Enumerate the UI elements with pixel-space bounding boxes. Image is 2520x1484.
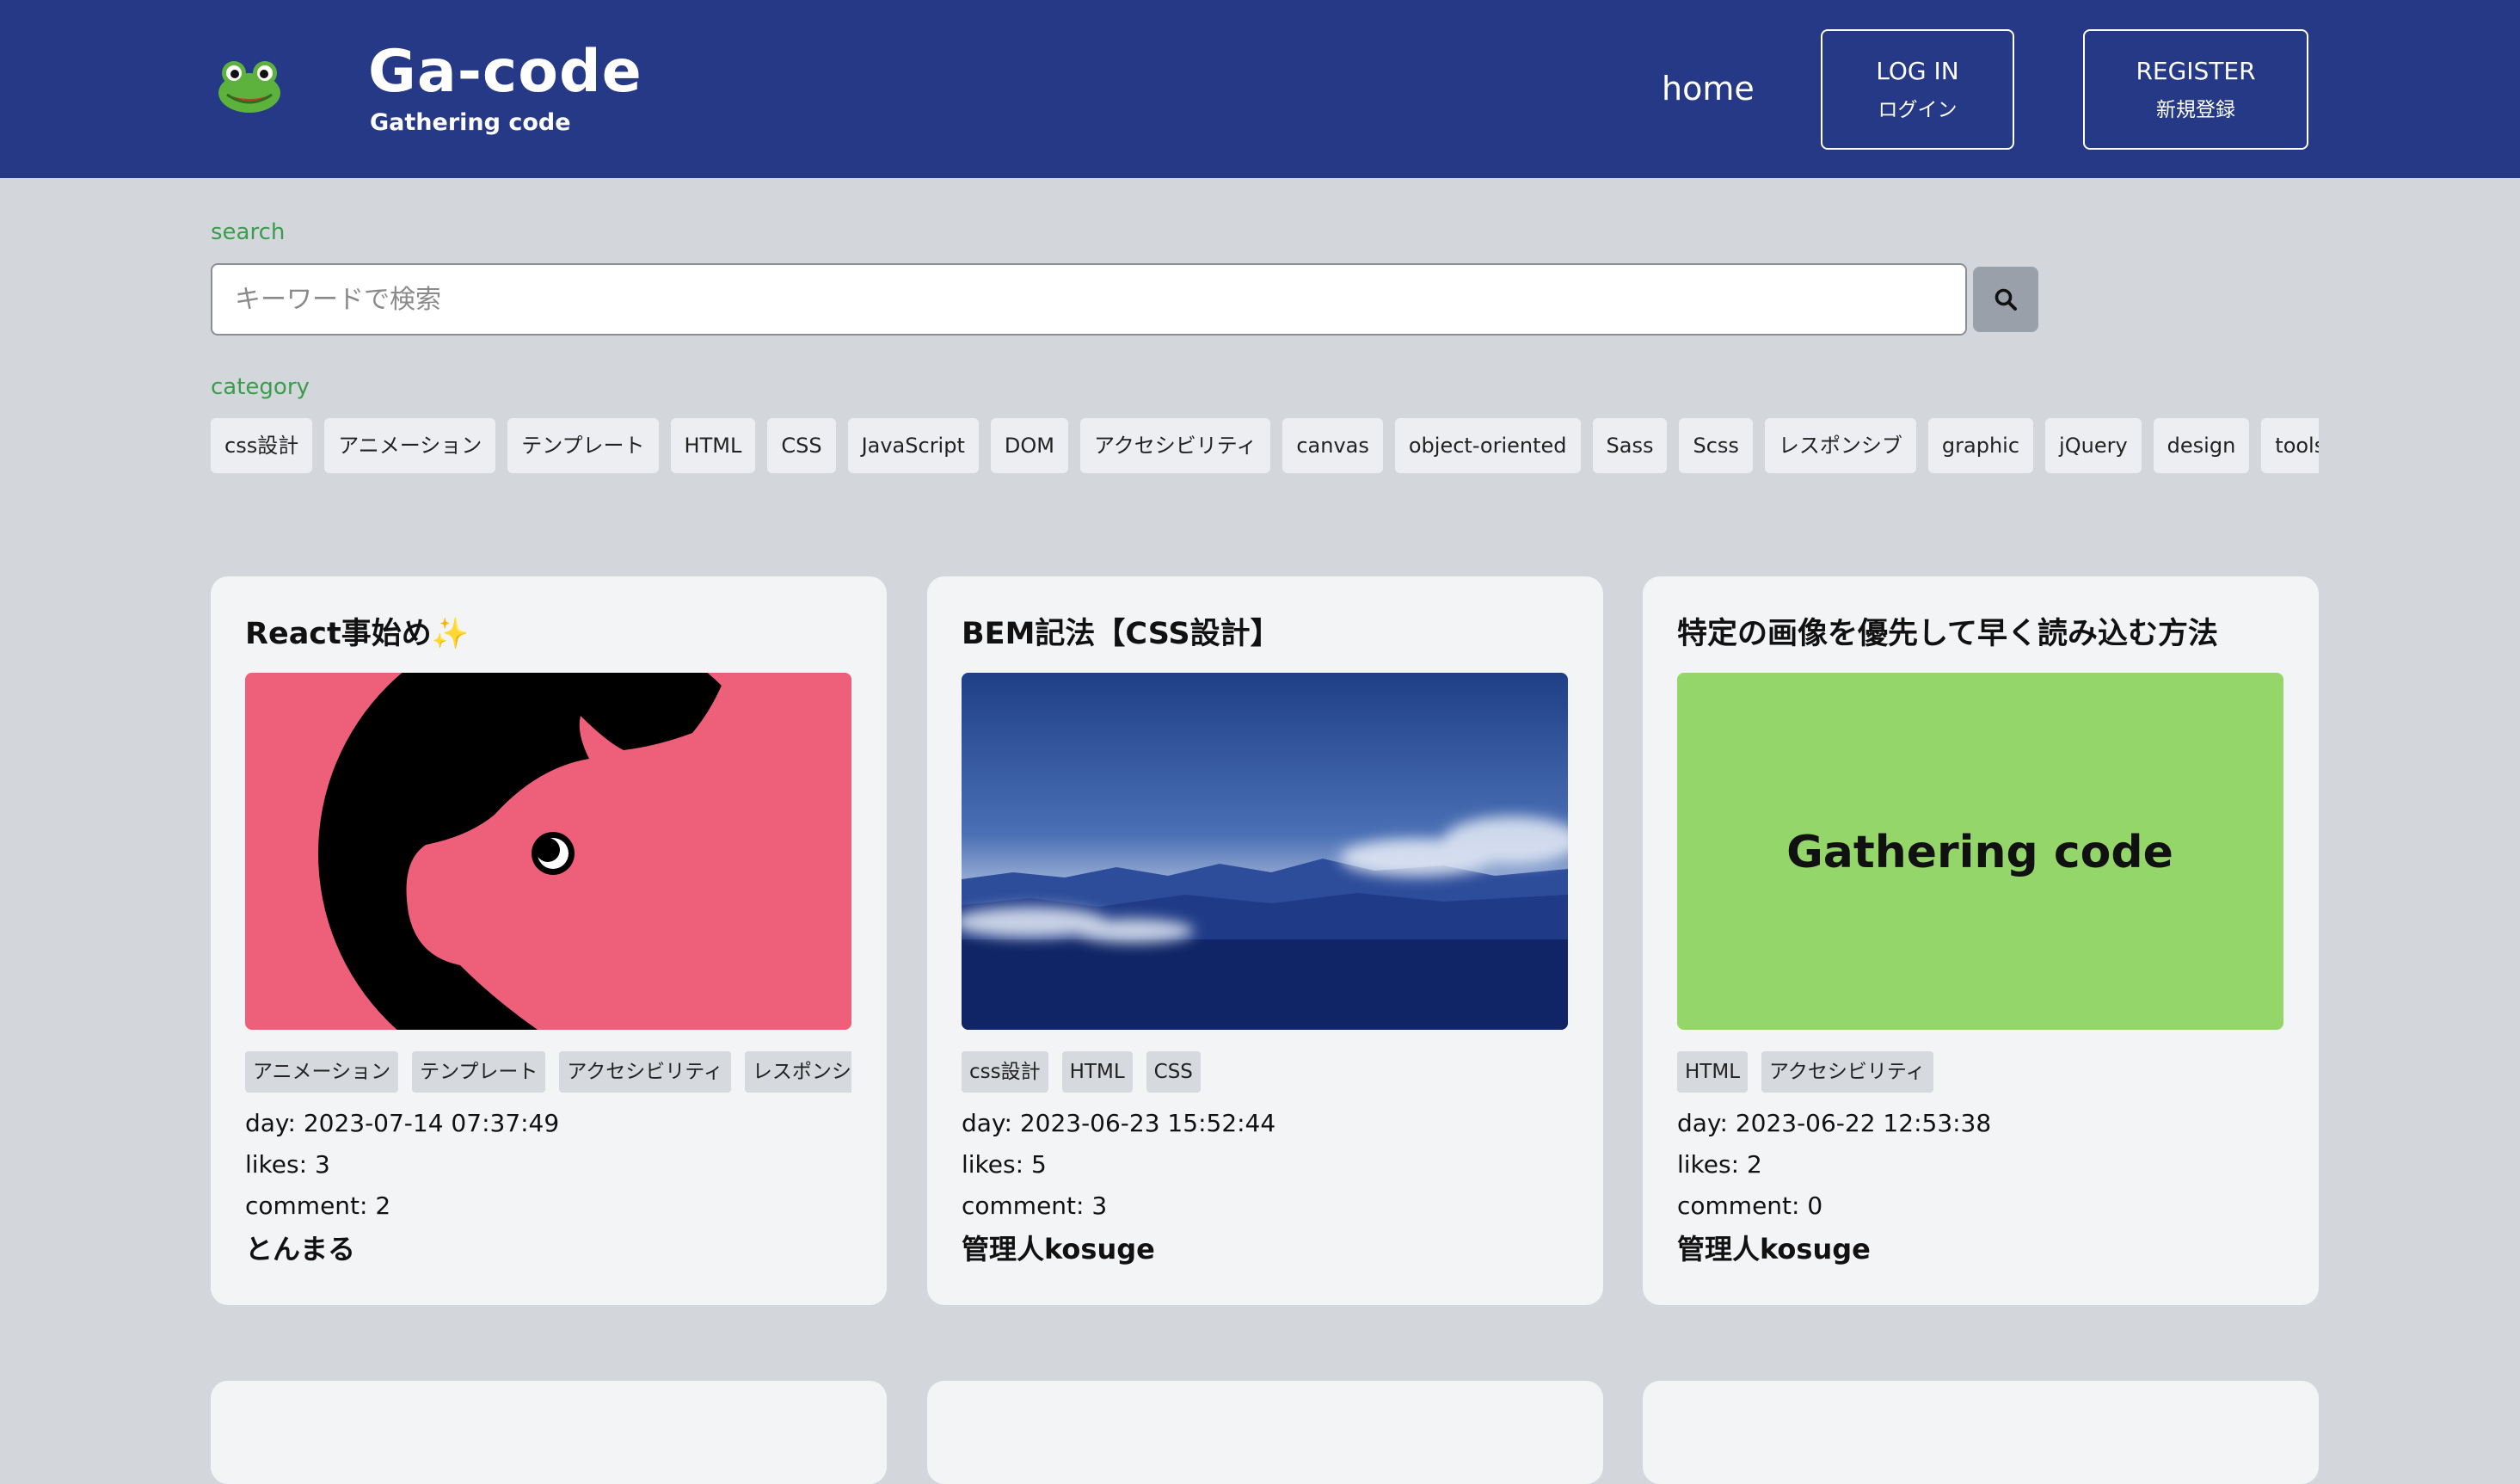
post-tag[interactable]: HTML [1061, 1051, 1133, 1093]
post-author[interactable]: 管理人kosuge [962, 1230, 1155, 1268]
post-tag[interactable]: アニメーション [245, 1051, 399, 1093]
category-chip[interactable]: レスポンシブ [1764, 418, 1916, 473]
category-chip[interactable]: graphic [1927, 418, 2034, 473]
login-sublabel: ログイン [1878, 99, 1958, 121]
post-tag[interactable]: アクセシビリティ [559, 1051, 731, 1093]
category-chip[interactable]: Scss [1679, 418, 1753, 473]
post-day-value: 2023-07-14 07:37:49 [303, 1109, 560, 1137]
post-author[interactable]: 管理人kosuge [1677, 1230, 1871, 1268]
post-comment-label: comment: [245, 1192, 376, 1220]
category-chip[interactable]: アニメーション [324, 418, 496, 473]
category-chip[interactable]: テンプレート [507, 418, 659, 473]
search-icon [1994, 288, 2017, 311]
post-card[interactable] [211, 1381, 887, 1484]
category-chip[interactable]: jQuery [2045, 418, 2142, 473]
search-label: search [211, 219, 286, 245]
post-likes-value: 3 [314, 1150, 330, 1179]
post-likes-value: 5 [1030, 1150, 1047, 1179]
post-comments: comment: 2 [245, 1191, 390, 1222]
category-chip[interactable]: アクセシビリティ [1079, 418, 1271, 473]
post-comment-label: comment: [962, 1192, 1092, 1220]
post-tags: css設計 HTML CSS [962, 1051, 1568, 1093]
category-chip[interactable]: object-oriented [1394, 418, 1581, 473]
post-author[interactable]: とんまる [245, 1230, 355, 1268]
post-day-value: 2023-06-23 15:52:44 [1019, 1109, 1276, 1137]
post-comments: comment: 0 [1677, 1191, 1822, 1222]
post-tag[interactable]: テンプレート [412, 1051, 546, 1093]
pig-illustration-icon [245, 673, 851, 1030]
brand-title[interactable]: Ga-code [368, 38, 642, 107]
post-tag[interactable]: css設計 [962, 1051, 1048, 1093]
post-day: day: 2023-06-22 12:53:38 [1677, 1108, 1991, 1139]
post-likes: likes: 2 [1677, 1149, 1762, 1180]
category-chip[interactable]: design [2153, 418, 2250, 473]
post-card[interactable]: 特定の画像を優先して早く読み込む方法 Gathering code HTML アク… [1643, 576, 2319, 1305]
frog-icon[interactable] [217, 58, 282, 114]
site-header: Ga-code Gathering code home LOG IN ログイン … [0, 0, 2520, 178]
nav-home-link[interactable]: home [1662, 67, 1755, 110]
post-card[interactable] [1643, 1381, 2319, 1484]
post-day: day: 2023-06-23 15:52:44 [962, 1108, 1275, 1139]
mountain-landscape-icon [962, 673, 1568, 1030]
banner-text: Gathering code [1786, 827, 2173, 878]
post-tags: HTML アクセシビリティ [1677, 1051, 2283, 1093]
post-comment-label: comment: [1677, 1192, 1808, 1220]
post-title[interactable]: 特定の画像を優先して早く読み込む方法 [1677, 613, 2296, 656]
post-card[interactable]: React事始め✨ アニメーションテンプレートアクセシビリティレスポンシブ da… [211, 576, 887, 1305]
post-tag[interactable]: レスポンシブ [744, 1051, 851, 1093]
login-button[interactable]: LOG IN ログイン [1821, 29, 2014, 150]
category-chip[interactable]: Sass [1592, 418, 1668, 473]
post-likes: likes: 3 [245, 1149, 330, 1180]
category-chip[interactable]: css設計 [211, 418, 313, 473]
post-day-label: day: [245, 1109, 304, 1137]
post-comment-value: 0 [1807, 1192, 1823, 1220]
category-chip[interactable]: canvas [1282, 418, 1383, 473]
category-chip[interactable]: DOM [990, 418, 1068, 473]
post-tag[interactable]: HTML [1677, 1051, 1749, 1093]
post-comment-value: 3 [1091, 1192, 1108, 1220]
category-chip[interactable]: CSS [767, 418, 836, 473]
post-comment-value: 2 [375, 1192, 391, 1220]
post-comments: comment: 3 [962, 1191, 1107, 1222]
category-label: category [211, 374, 310, 400]
post-card[interactable] [927, 1381, 1603, 1484]
post-day-value: 2023-06-22 12:53:38 [1735, 1109, 1992, 1137]
register-button[interactable]: REGISTER 新規登録 [2083, 29, 2308, 150]
register-label: REGISTER [2136, 57, 2256, 85]
category-chip[interactable]: tools [2261, 418, 2319, 473]
post-day-label: day: [962, 1109, 1020, 1137]
login-label: LOG IN [1876, 57, 1959, 85]
post-likes-label: likes: [1677, 1150, 1747, 1179]
category-list: css設計 アニメーション テンプレート HTML CSS JavaScript DOM アク… [211, 418, 2319, 473]
register-sublabel: 新規登録 [2156, 99, 2235, 121]
post-card[interactable]: BEM記法【CSS設計】 css設計 HTML CSS day: 2023-06… [927, 576, 1603, 1305]
search-input[interactable] [211, 263, 1967, 336]
post-day-label: day: [1677, 1109, 1736, 1137]
post-likes-value: 2 [1746, 1150, 1762, 1179]
post-tag[interactable]: アクセシビリティ [1761, 1051, 1933, 1093]
post-tag[interactable]: CSS [1146, 1051, 1201, 1093]
search-button[interactable] [1973, 267, 2038, 332]
post-tags: アニメーションテンプレートアクセシビリティレスポンシブ [245, 1051, 851, 1093]
gathering-code-banner-icon: Gathering code [1677, 673, 2283, 1030]
post-likes: likes: 5 [962, 1149, 1047, 1180]
category-chip[interactable]: HTML [670, 418, 756, 473]
post-thumbnail[interactable] [245, 673, 851, 1030]
post-likes-label: likes: [245, 1150, 315, 1179]
post-thumbnail[interactable] [962, 673, 1568, 1030]
brand-subtitle: Gathering code [370, 109, 571, 136]
post-likes-label: likes: [962, 1150, 1031, 1179]
category-chip[interactable]: JavaScript [847, 418, 979, 473]
post-day: day: 2023-07-14 07:37:49 [245, 1108, 559, 1139]
post-thumbnail[interactable]: Gathering code [1677, 673, 2283, 1030]
post-title[interactable]: React事始め✨ [245, 613, 864, 656]
post-title[interactable]: BEM記法【CSS設計】 [962, 613, 1581, 656]
